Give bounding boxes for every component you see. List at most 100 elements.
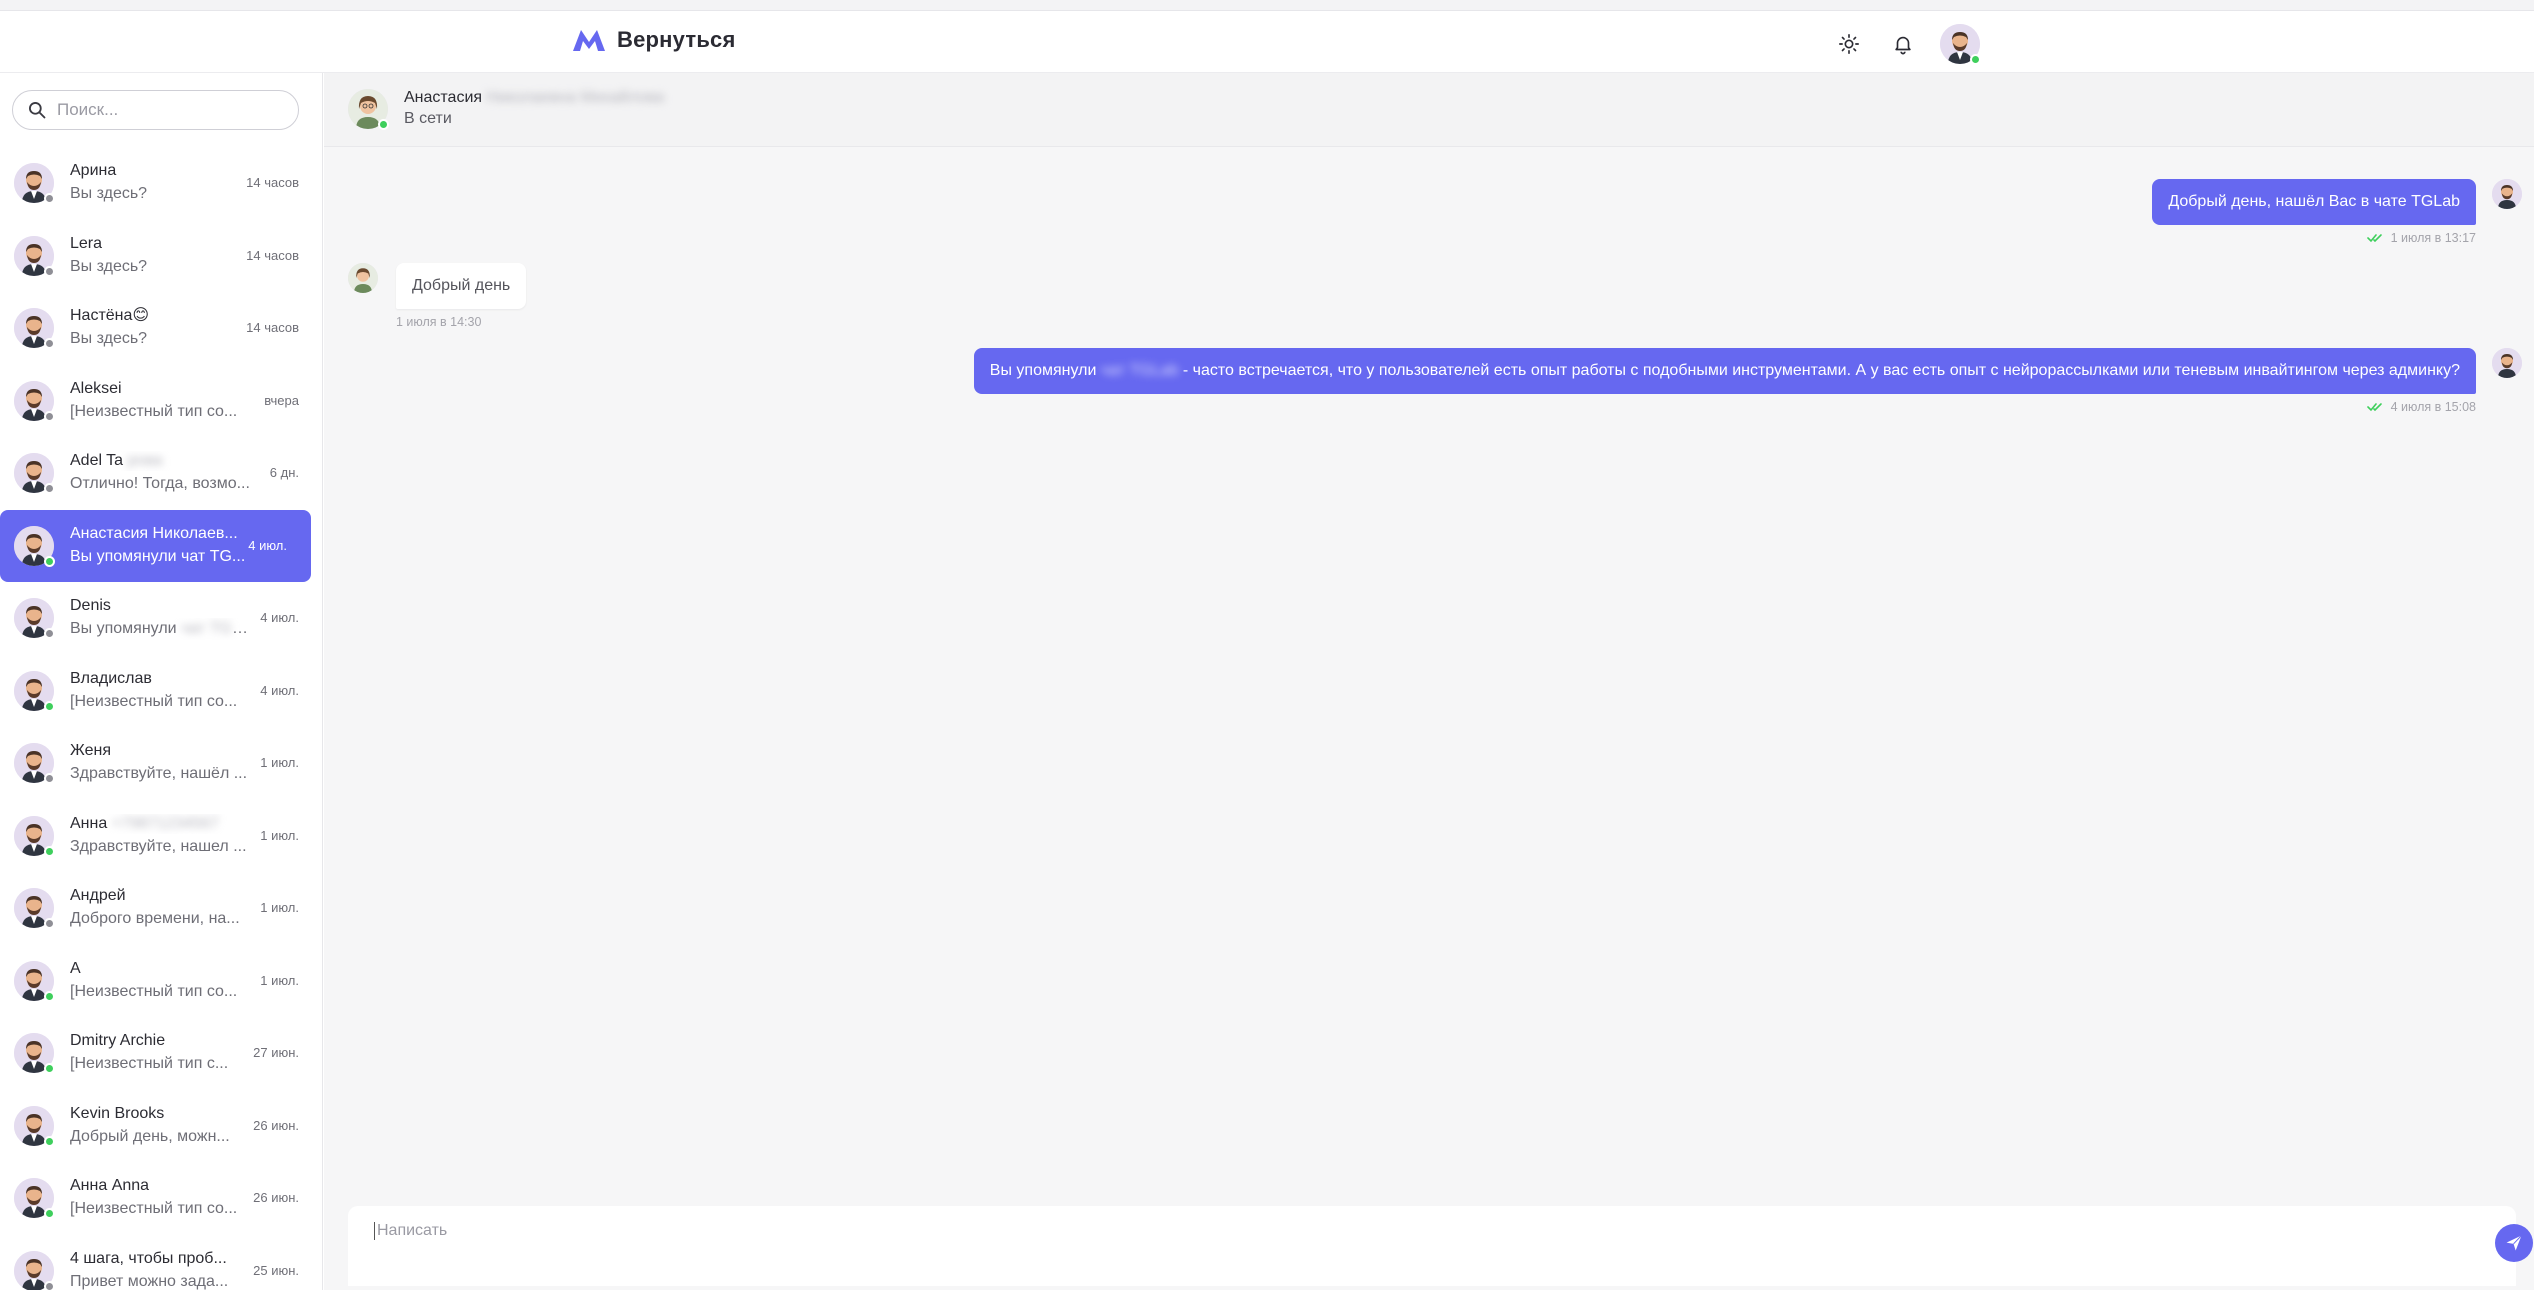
chat-time: 1 июл. [260, 972, 299, 988]
online-indicator [1970, 54, 1981, 65]
chat-list-item[interactable]: Анна Anna [Неизвестный тип со... 26 июн. [0, 1162, 322, 1235]
contact-first-name: Анастасия [404, 89, 483, 106]
chat-texts: А [Неизвестный тип со... [70, 959, 250, 1003]
chat-name: Aleksei [70, 379, 250, 399]
chat-time: 6 дн. [269, 465, 299, 480]
my-avatar [2492, 348, 2522, 378]
chat-preview: [Неизвестный тип с... [70, 1053, 250, 1075]
chat-texts: Adel Ta рова Отлично! Тогда, возмо... [70, 451, 250, 495]
chat-preview-text: Вы здесь? [70, 330, 148, 348]
chat-avatar [14, 1105, 55, 1147]
message-bubble-out[interactable]: Добрый день, нашёл Вас в чате TGLab [2152, 179, 2476, 225]
search-icon [29, 102, 46, 119]
notifications-button[interactable] [1886, 27, 1920, 61]
chat-list-item[interactable]: Анна +79871234567 Здравствуйте, нашел ..… [0, 800, 322, 873]
chat-list-item[interactable]: Настёна😊 Вы здесь? 14 часов [0, 292, 322, 365]
search-input[interactable] [57, 100, 277, 120]
offline-indicator [44, 773, 55, 785]
message-input[interactable] [374, 1222, 2374, 1240]
chat-texts: Анна +79871234567 Здравствуйте, нашел ..… [70, 814, 250, 858]
back-link[interactable]: Вернуться [571, 27, 736, 53]
chat-preview: Вы здесь? [70, 183, 250, 205]
contact-avatar[interactable] [348, 89, 389, 130]
chat-name-blurred: рова [127, 452, 163, 470]
chat-name: Андрей [70, 886, 250, 906]
chat-name-text: Женя [70, 742, 111, 760]
message-time: 1 июля в 13:17 [2390, 231, 2476, 245]
message-time: 4 июля в 15:08 [2390, 400, 2476, 414]
message-meta: 1 июля в 14:30 [396, 315, 481, 329]
online-indicator [44, 1135, 55, 1147]
logo-text: Вернуться [617, 27, 736, 52]
chat-list: Арина Вы здесь? 14 часов Lera Вы здесь? … [0, 147, 322, 1290]
offline-indicator [44, 1280, 55, 1290]
chat-list-item[interactable]: Kevin Brooks Добрый день, можн... 26 июн… [0, 1090, 322, 1163]
chat-texts: Владислав [Неизвестный тип со... [70, 669, 250, 713]
chat-name: 4 шага, чтобы проб... [70, 1249, 250, 1269]
chat-list-item[interactable]: Андрей Доброго времени, на... 1 июл. [0, 872, 322, 945]
contact-status: В сети [404, 110, 452, 127]
chat-avatar [14, 308, 55, 350]
chat-avatar [14, 1033, 55, 1075]
message-composer [348, 1206, 2533, 1286]
message-meta: 1 июля в 13:17 [2366, 231, 2476, 245]
chat-list-item[interactable]: Анастасия Николаев... Вы упомянули чат T… [0, 509, 311, 582]
chat-preview: Вы упомянули чат TGLab [70, 618, 250, 640]
message-bubble-in[interactable]: Добрый день [396, 263, 527, 309]
chat-list-item[interactable]: А [Неизвестный тип со... 1 июл. [0, 945, 322, 1018]
chat-list-item[interactable]: Арина Вы здесь? 14 часов [0, 147, 322, 220]
chat-list-item[interactable]: Adel Ta рова Отлично! Тогда, возмо... 6 … [0, 437, 322, 510]
chat-list-item[interactable]: 4 шага, чтобы проб... Привет можно зада.… [0, 1235, 322, 1290]
chat-preview-text: Вы здесь? [70, 257, 148, 275]
chat-name: Lera [70, 234, 250, 254]
chat-name: Владислав [70, 669, 250, 689]
chat-name-blurred: +79871234567 [111, 814, 219, 832]
chat-time: 14 часов [246, 320, 299, 335]
chat-list-item[interactable]: Aleksei [Неизвестный тип со... вчера [0, 365, 322, 438]
chat-list-item[interactable]: Женя Здравствуйте, нашёл ... 1 июл. [0, 727, 322, 800]
send-button[interactable] [2495, 1224, 2533, 1262]
chat-texts: Lera Вы здесь? [70, 234, 250, 278]
chat-list-item[interactable]: Denis Вы упомянули чат TGLab 4 июл. [0, 582, 322, 655]
chat-preview-text: [Неизвестный тип со... [70, 692, 238, 710]
online-indicator [44, 555, 55, 567]
chat-preview-text: Отлично! Тогда, возмо... [70, 475, 250, 493]
chat-avatar [14, 960, 55, 1002]
offline-indicator [44, 265, 55, 277]
chat-preview-text: Привет можно зада... [70, 1272, 229, 1290]
message-text: Вы упомянули [989, 362, 1097, 379]
chat-name-text: Lera [70, 234, 103, 252]
chat-preview-text: Доброго времени, на... [70, 910, 240, 928]
chat-preview-text: Здравствуйте, нашел ... [70, 837, 247, 855]
chat-time: 1 июл. [260, 755, 299, 770]
chat-avatar [14, 888, 55, 930]
chat-preview-text: [Неизвестный тип со... [70, 402, 238, 420]
message-bubble-out[interactable]: Вы упомянули чат TGLab - часто встречает… [973, 348, 2476, 394]
chat-avatar [14, 743, 55, 785]
chat-preview-text: Вы упомянули чат TG... [70, 547, 246, 565]
chat-list-item[interactable]: Lera Вы здесь? 14 часов [0, 220, 322, 293]
offline-indicator [44, 338, 55, 350]
chat-preview: Вы упомянули чат TG... [70, 546, 250, 568]
offline-indicator [44, 918, 55, 930]
message-text: - часто встречается, что у пользователей… [1182, 362, 2460, 379]
chat-sidebar: Арина Вы здесь? 14 часов Lera Вы здесь? … [0, 73, 323, 1290]
user-avatar-icon [2492, 348, 2522, 378]
chat-name: Denis [70, 596, 250, 616]
chat-preview-blurred: чат TGLab [181, 620, 250, 638]
chat-list-item[interactable]: Dmitry Archie [Неизвестный тип с... 27 и… [0, 1017, 322, 1090]
user-avatar-icon [2492, 179, 2522, 209]
chat-list-item[interactable]: Владислав [Неизвестный тип со... 4 июл. [0, 655, 322, 728]
chat-preview-text: [Неизвестный тип со... [70, 982, 238, 1000]
message-text: Добрый день, нашёл Вас в чате TGLab [2168, 193, 2460, 210]
online-indicator [44, 990, 55, 1002]
theme-toggle-button[interactable] [1832, 27, 1866, 61]
online-indicator [378, 119, 389, 130]
chat-name: Adel Ta рова [70, 451, 250, 471]
chat-avatar [14, 163, 55, 205]
profile-avatar[interactable] [1940, 24, 1981, 65]
chat-texts: Арина Вы здесь? [70, 161, 250, 205]
chat-time: 14 часов [246, 175, 299, 190]
top-bar: Вернуться [0, 11, 2534, 73]
chat-preview-text: [Неизвестный тип со... [70, 1200, 238, 1218]
